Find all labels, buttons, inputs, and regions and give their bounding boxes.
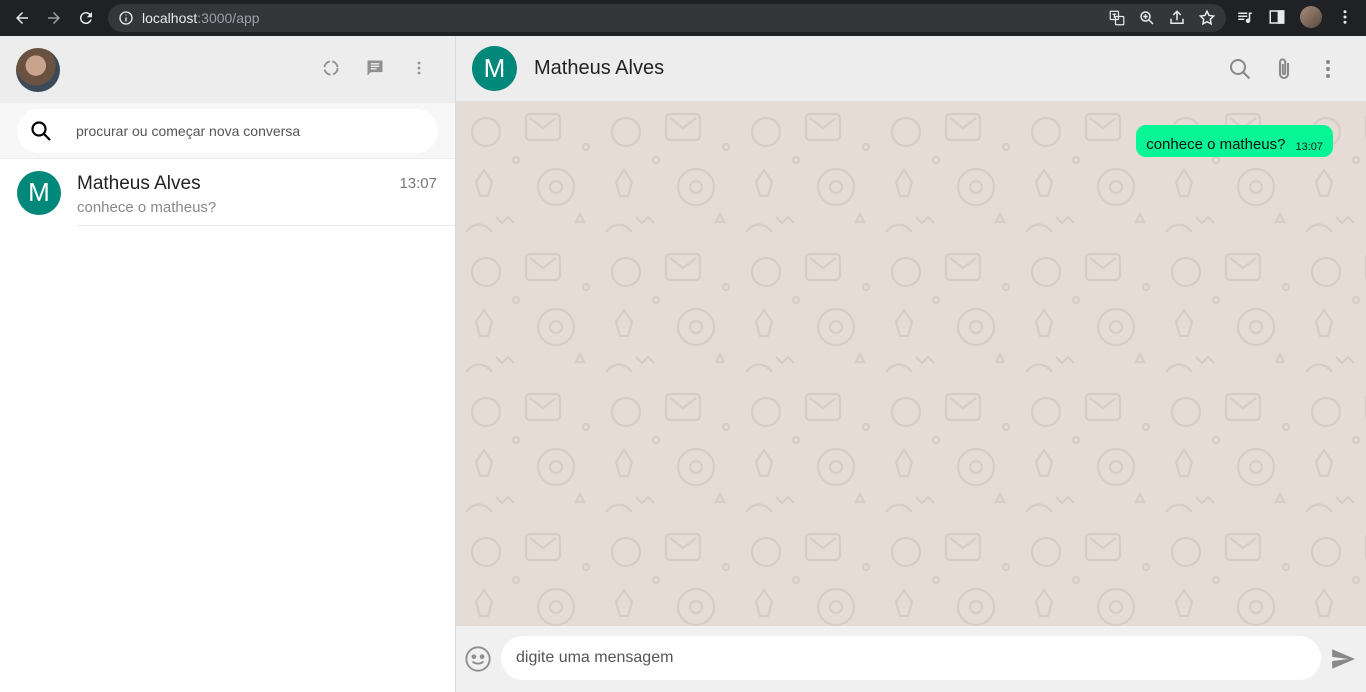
url-rest: :3000/app (197, 10, 260, 26)
message-text: conhece o matheus? (1146, 136, 1286, 153)
new-chat-icon (367, 60, 383, 76)
send-icon[interactable] (1330, 646, 1356, 672)
messages-area[interactable]: conhece o matheus? 13:07 (456, 102, 1366, 626)
browser-menu-icon[interactable] (1336, 8, 1354, 26)
attach-icon (1279, 58, 1289, 79)
menu-icon (417, 61, 421, 75)
info-icon[interactable] (118, 10, 134, 26)
search-input[interactable] (76, 122, 416, 139)
my-avatar[interactable] (16, 47, 60, 92)
search-icon (31, 120, 51, 141)
doodle-wallpaper (456, 102, 1366, 626)
search-icon (1230, 59, 1251, 80)
zoom-icon[interactable] (1138, 9, 1156, 27)
app: M Matheus Alves 13:07 conhece o matheus?… (0, 36, 1366, 692)
message-time: 13:07 (1295, 141, 1323, 153)
browser-toolbar: localhost:3000/app (0, 0, 1366, 36)
search-messages-button[interactable] (1228, 56, 1252, 82)
share-icon[interactable] (1168, 9, 1186, 27)
forward-button[interactable] (40, 4, 68, 32)
sidebar-menu-button[interactable] (409, 56, 429, 80)
search-box[interactable] (17, 108, 438, 153)
address-bar[interactable]: localhost:3000/app (108, 4, 1226, 32)
profile-avatar[interactable] (1300, 6, 1322, 28)
chat-info: Matheus Alves 13:07 conhece o matheus? (77, 159, 455, 226)
star-icon[interactable] (1198, 9, 1216, 27)
message-composer (456, 626, 1366, 692)
chat-list-item[interactable]: M Matheus Alves 13:07 conhece o matheus? (0, 159, 455, 226)
chat-name: Matheus Alves (77, 173, 201, 194)
status-icon (323, 60, 339, 76)
outgoing-message[interactable]: conhece o matheus? 13:07 (1136, 125, 1333, 157)
forward-icon (48, 12, 60, 24)
sidebar: M Matheus Alves 13:07 conhece o matheus? (0, 36, 456, 692)
translate-icon[interactable] (1108, 9, 1126, 27)
sidebar-header (0, 36, 455, 103)
emoji-icon[interactable] (464, 645, 492, 673)
url-host: localhost (142, 10, 198, 26)
url-text: localhost:3000/app (142, 10, 260, 26)
chat-time: 13:07 (399, 175, 437, 192)
new-chat-button[interactable] (365, 56, 385, 80)
chat-last-message: conhece o matheus? (77, 199, 217, 216)
status-button[interactable] (321, 56, 341, 80)
media-icon[interactable] (1236, 8, 1254, 26)
reload-icon (79, 12, 92, 25)
back-icon (16, 12, 28, 24)
message-input[interactable] (501, 636, 1321, 680)
menu-icon (1326, 60, 1330, 78)
sidepanel-icon[interactable] (1268, 8, 1286, 26)
conversation-panel: M Matheus Alves conhece o matheus? 13:07… (456, 36, 1366, 692)
search-bar (0, 103, 455, 159)
contact-avatar: M (17, 170, 61, 215)
contact-name[interactable]: Matheus Alves (534, 57, 664, 80)
contact-avatar[interactable]: M (472, 46, 517, 91)
conversation-menu-button[interactable] (1316, 56, 1340, 82)
reload-button[interactable] (72, 4, 100, 32)
conversation-header: M Matheus Alves (456, 36, 1366, 102)
back-button[interactable] (8, 4, 36, 32)
attach-button[interactable] (1272, 56, 1296, 82)
